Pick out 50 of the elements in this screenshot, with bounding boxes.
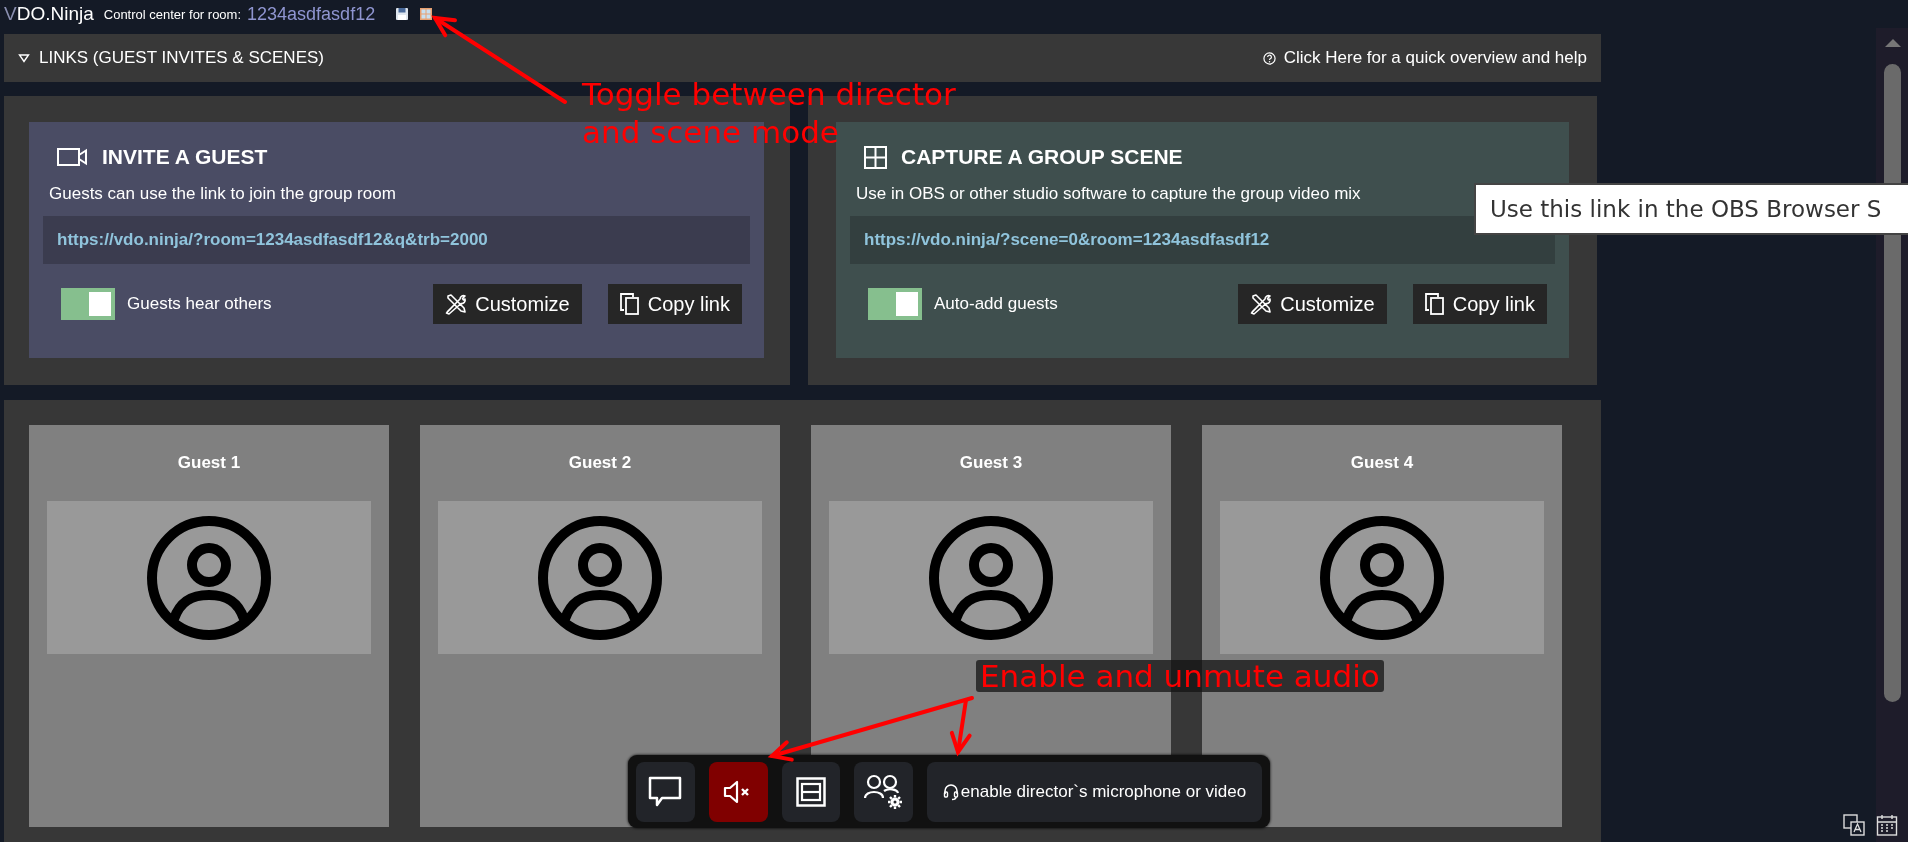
guest-title: Guest 4 xyxy=(1350,453,1414,473)
speech-bubble-icon xyxy=(648,775,683,808)
help-link[interactable]: Click Here for a quick overview and help xyxy=(1262,48,1587,68)
toggle-label: Guests hear others xyxy=(127,294,272,314)
annotation-text: Enable and unmute audio xyxy=(976,660,1384,692)
copy-icon xyxy=(1424,293,1445,315)
layout-button[interactable] xyxy=(781,761,841,822)
user-avatar-icon xyxy=(537,514,663,641)
logo: VDO.Ninja xyxy=(4,3,94,25)
card-title: INVITE A GUEST xyxy=(102,145,268,169)
users-gear-icon xyxy=(863,773,904,810)
toggle-switch[interactable] xyxy=(61,288,115,320)
copy-icon xyxy=(619,293,640,315)
room-id: 1234asdfasdf12 xyxy=(247,3,376,25)
user-avatar-icon xyxy=(1319,514,1445,641)
scrollbar-thumb[interactable] xyxy=(1884,64,1901,702)
scroll-up-arrow[interactable] xyxy=(1885,39,1901,47)
guest-settings-button[interactable] xyxy=(854,761,914,822)
guest-title: Guest 2 xyxy=(568,453,632,473)
chat-button[interactable] xyxy=(636,761,695,822)
copy-link-button[interactable]: Copy link xyxy=(1412,284,1547,324)
room-label: Control center for room: xyxy=(103,6,242,22)
triangle-down-icon xyxy=(18,52,30,64)
customize-button[interactable]: Customize xyxy=(1238,284,1387,324)
card-description: Guests can use the link to join the group room xyxy=(49,184,397,204)
customize-button[interactable]: Customize xyxy=(433,284,582,324)
enable-microphone-button[interactable]: enable director`s microphone or video xyxy=(927,761,1262,822)
grid-icon xyxy=(864,145,887,169)
headset-icon xyxy=(942,782,959,801)
card-description: Use in OBS or other studio software to capture the group video mix xyxy=(856,184,1362,204)
toggle-label: Auto-add guests xyxy=(934,294,1058,314)
window-grid-icon xyxy=(419,7,434,21)
toggle-switch[interactable] xyxy=(868,288,922,320)
tools-icon xyxy=(1250,293,1273,315)
link-url[interactable]: https://vdo.ninja/?room=1234asdfasdf12&q&trb=2000 xyxy=(43,216,750,264)
copy-link-button[interactable]: Copy link xyxy=(607,284,742,324)
guest-title: Guest 3 xyxy=(959,453,1023,473)
tools-icon xyxy=(445,293,468,315)
user-avatar-icon xyxy=(146,514,272,641)
tooltip: Use this link in the OBS Browser S xyxy=(1474,183,1908,235)
video-camera-icon xyxy=(57,147,88,167)
mute-button[interactable] xyxy=(708,761,768,822)
guest-title: Guest 1 xyxy=(177,453,241,473)
help-icon xyxy=(1262,51,1276,65)
calendar-icon xyxy=(1876,814,1898,836)
links-toggle[interactable]: LINKS (GUEST INVITES & SCENES) xyxy=(18,48,324,68)
link-url[interactable]: https://vdo.ninja/?scene=0&room=1234asdfasdf12 xyxy=(850,216,1555,264)
translate-icon xyxy=(1843,814,1865,836)
user-avatar-icon xyxy=(928,514,1054,641)
window-layout-icon xyxy=(795,776,826,807)
